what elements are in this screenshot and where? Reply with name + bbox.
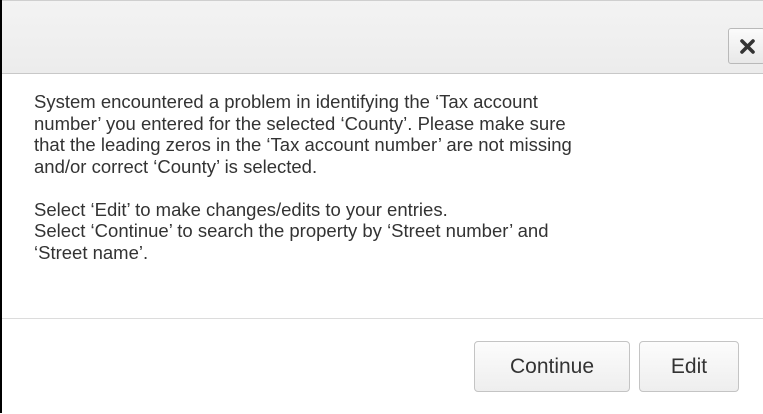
message-line: System encountered a problem in identify… (34, 91, 538, 112)
message-paragraph-1: System encountered a problem in identify… (34, 91, 734, 177)
message-line: and/or correct ‘County’ is selected. (34, 155, 318, 177)
close-button[interactable] (728, 28, 763, 64)
message-line: number’ you entered for the selected ‘Co… (34, 112, 566, 134)
message-line: ‘Street name’. (34, 241, 149, 263)
dialog-header (2, 0, 763, 74)
dialog-message: System encountered a problem in identify… (34, 91, 734, 263)
dialog: System encountered a problem in identify… (0, 0, 763, 413)
message-line: Select ‘Edit’ to make changes/edits to y… (34, 198, 448, 220)
dialog-footer: Continue Edit (2, 318, 763, 414)
message-paragraph-2: Select ‘Edit’ to make changes/edits to y… (34, 199, 734, 264)
close-icon (740, 39, 755, 54)
continue-button[interactable]: Continue (474, 341, 630, 392)
edit-button[interactable]: Edit (639, 341, 739, 392)
message-line: that the leading zeros in the ‘Tax accou… (34, 134, 572, 155)
message-line: Select ‘Continue’ to search the property… (34, 220, 549, 241)
